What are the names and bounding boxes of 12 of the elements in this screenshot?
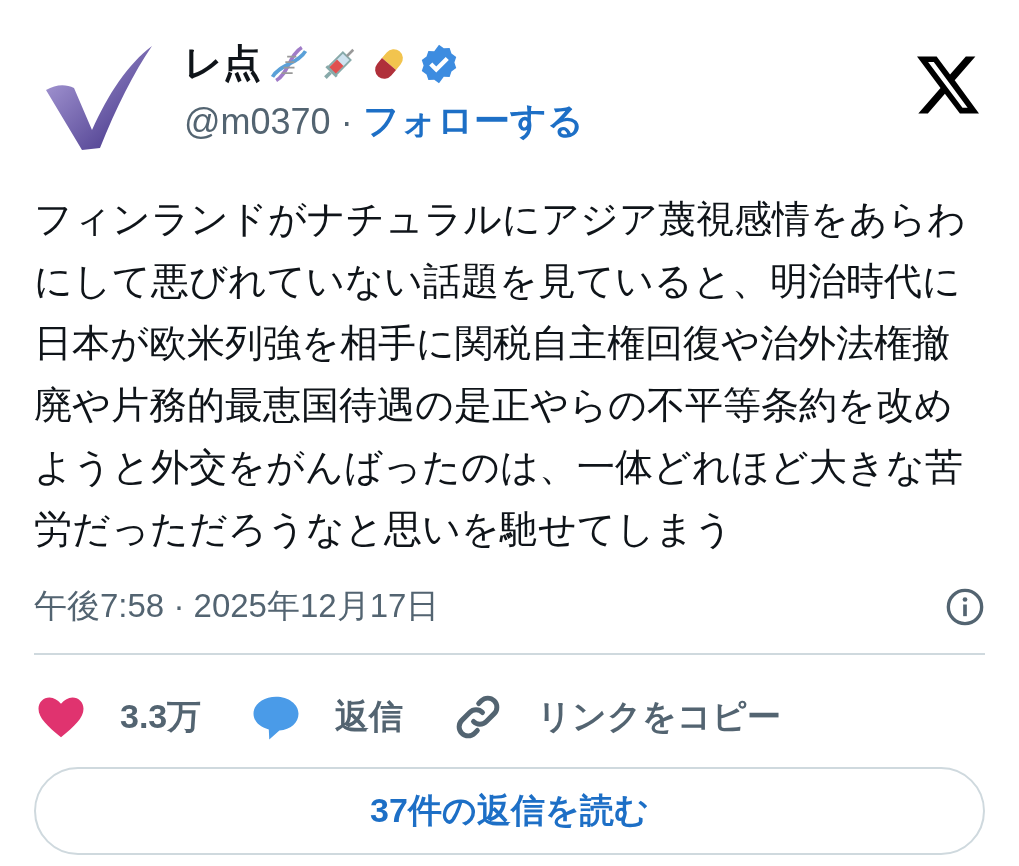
follow-link[interactable]: フォローする <box>362 97 584 146</box>
like-action[interactable]: 3.3万 <box>34 690 202 744</box>
separator-dot: · <box>340 100 353 143</box>
x-logo-icon[interactable] <box>917 56 979 114</box>
reply-action[interactable]: 返信 <box>249 690 404 744</box>
link-action[interactable]: リンクをコピー <box>451 690 782 744</box>
display-name[interactable]: レ点 <box>184 38 261 89</box>
info-icon[interactable] <box>945 586 985 627</box>
tweet-text: フィンランドがナチュラルにアジア蔑視感情をあらわにして悪びれていない話題を見ていると、明治時代に日本が欧米列強を相手に関税自主権回復や治外法権撤廃や片務的最恵国待遇の是正やらの不平等条約を改めようと外交をがんばったのは、一体どれほど大きな苦労だっただろうなと思いを馳せてしまう <box>34 197 967 552</box>
timestamp[interactable]: 午後7:58 · 2025年12月17日 <box>34 584 440 629</box>
user-handle[interactable]: @m0370 <box>184 100 331 143</box>
read-replies-button[interactable]: 37件の返信を読む <box>34 767 985 855</box>
